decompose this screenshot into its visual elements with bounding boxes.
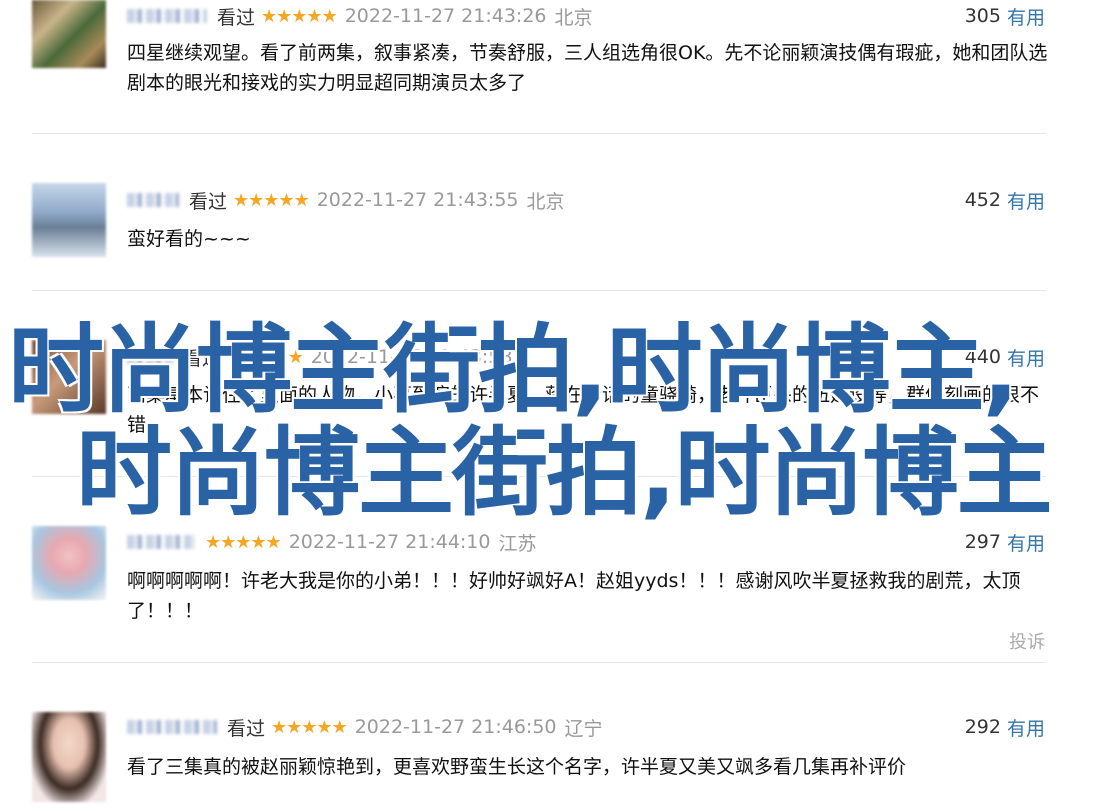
useful-vote: 292 有用 (965, 713, 1045, 741)
useful-button[interactable]: 有用 (1007, 3, 1045, 30)
review-location: 江苏 (498, 532, 537, 555)
review-text: 啊啊啊啊啊！许老大我是你的小弟！！！好帅好飒好A！赵姐yyds！！！感谢风吹半夏… (127, 570, 1021, 622)
useful-button[interactable]: 有用 (1007, 714, 1045, 741)
user-avatar[interactable] (32, 526, 106, 600)
useful-vote: 440 有用 (965, 343, 1045, 371)
useful-button[interactable]: 有用 (1007, 187, 1045, 214)
watched-status: 看过 (183, 347, 222, 370)
divider (32, 133, 1046, 134)
divider (32, 476, 1046, 477)
username[interactable] (127, 350, 173, 364)
review-meta: 看过 ★★★★★ 2022-11-27 21:43:26 北京 (127, 2, 593, 30)
review-meta: ★★★★★ 2022-11-27 21:44:10 江苏 (127, 528, 537, 556)
useful-vote: 452 有用 (965, 186, 1045, 214)
useful-vote: 297 有用 (965, 528, 1045, 556)
useful-count: 297 (964, 531, 1001, 553)
review-text: 四星继续观望。看了前两集，叙事紧凑，节奏舒服，三人组选角很OK。先不论丽颖演技偶… (127, 42, 1048, 94)
useful-count: 292 (964, 716, 1001, 738)
review-meta: 看过 ★★★★★ 2022-11-27 21:43:58 (127, 343, 521, 371)
review-location: 辽宁 (564, 717, 603, 740)
watched-status: 看过 (217, 6, 256, 29)
review-time: 2022-11-27 21:43:58 (310, 346, 513, 368)
review-text: 看了三集真的被赵丽颖惊艳到，更喜欢野蛮生长这个名字，许半夏又美又飒多看几集再补评… (127, 756, 907, 778)
review-time: 2022-11-27 21:44:10 (288, 531, 491, 553)
user-avatar[interactable] (32, 183, 106, 257)
review-text: 蛮好看的~~~ (127, 228, 251, 250)
rating-stars: ★★★★★ (205, 531, 282, 553)
useful-count: 440 (964, 346, 1001, 368)
rating-stars: ★★★★★ (233, 189, 310, 211)
useful-count: 305 (964, 5, 1001, 27)
review-location: 北京 (554, 6, 593, 29)
user-avatar[interactable] (32, 712, 106, 802)
divider (32, 662, 1046, 663)
user-avatar[interactable] (32, 340, 106, 414)
rating-stars: ★★★★★ (227, 346, 304, 368)
watched-status: 看过 (189, 190, 228, 213)
username[interactable] (127, 193, 179, 207)
divider (32, 290, 1046, 291)
review-location: 北京 (526, 190, 565, 213)
watched-status: 看过 (227, 717, 266, 740)
useful-vote: 305 有用 (965, 2, 1045, 30)
useful-button[interactable]: 有用 (1007, 344, 1045, 371)
useful-count: 452 (964, 189, 1001, 211)
review-text: 两集基本记住了里面的人物，小事到演的许半夏，蒋在听话的童骁骑，老叶臣杀的伍建设等… (127, 384, 1040, 436)
review-time: 2022-11-27 21:46:50 (354, 716, 557, 738)
review-meta: 看过 ★★★★★ 2022-11-27 21:43:55 北京 (127, 186, 565, 214)
user-avatar[interactable] (32, 0, 106, 68)
username[interactable] (127, 720, 217, 734)
report-link[interactable]: 投诉 (1009, 628, 1045, 654)
username[interactable] (127, 9, 207, 23)
rating-stars: ★★★★★ (271, 716, 348, 738)
review-meta: 看过 ★★★★★ 2022-11-27 21:46:50 辽宁 (127, 713, 603, 741)
rating-stars: ★★★★★ (261, 5, 338, 27)
useful-button[interactable]: 有用 (1007, 529, 1045, 556)
review-time: 2022-11-27 21:43:55 (316, 189, 519, 211)
username[interactable] (127, 535, 195, 549)
review-time: 2022-11-27 21:43:26 (344, 5, 547, 27)
